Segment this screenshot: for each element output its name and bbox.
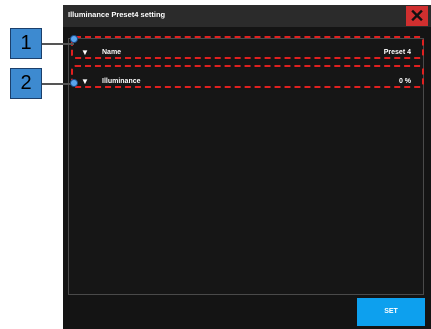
callout-connector-1	[42, 43, 74, 45]
set-button[interactable]: SET	[357, 298, 425, 326]
dialog-titlebar: Illuminance Preset4 setting ✕	[63, 5, 431, 27]
highlight-box-1	[71, 36, 424, 59]
callout-dot-2	[70, 79, 78, 87]
callout-label-2: 2	[10, 68, 42, 99]
highlight-box-2	[71, 65, 424, 88]
callout-label-1: 1	[10, 28, 42, 59]
callout-dot-1	[70, 35, 78, 43]
close-icon[interactable]: ✕	[406, 6, 428, 26]
dialog-title: Illuminance Preset4 setting	[68, 10, 166, 19]
